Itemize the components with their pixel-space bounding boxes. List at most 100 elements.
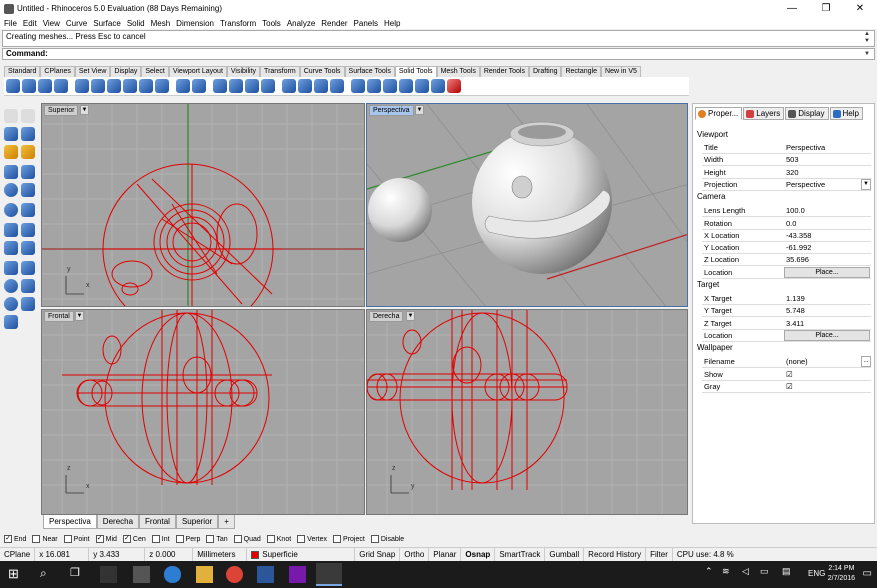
move-face-icon[interactable] xyxy=(213,79,227,93)
add-viewport-tab-button[interactable]: + xyxy=(218,515,235,529)
viewport-title-superior[interactable]: Superior xyxy=(44,105,79,116)
osnap-mid[interactable]: ✓ Mid xyxy=(95,535,117,543)
cylinder-solid-icon[interactable] xyxy=(4,261,18,275)
pyramid-icon[interactable] xyxy=(21,223,35,237)
prop-value-z-location[interactable]: 35.696 xyxy=(786,255,809,264)
fillet-edge-icon[interactable] xyxy=(6,79,20,93)
menu-dimension[interactable]: Dimension xyxy=(176,19,214,28)
osnap-point[interactable]: Point xyxy=(63,535,90,543)
boolean-split-icon[interactable] xyxy=(123,79,137,93)
maximize-button[interactable]: ❐ xyxy=(809,3,843,14)
boolean-two-objects-icon[interactable] xyxy=(139,79,153,93)
make-hole-icon[interactable] xyxy=(282,79,296,93)
task-view-icon[interactable]: ❐ xyxy=(70,566,87,583)
panel-tab-layers[interactable]: Layers xyxy=(743,107,785,120)
rhino-taskbar-icon[interactable] xyxy=(316,563,342,586)
viewport-perspectiva[interactable]: Perspectiva ▼ xyxy=(366,103,688,307)
osnap-quad[interactable]: Quad xyxy=(233,535,261,543)
tab-cplanes[interactable]: CPlanes xyxy=(40,66,75,77)
tab-visibility[interactable]: Visibility xyxy=(226,66,261,77)
viewport-title-perspectiva[interactable]: Perspectiva xyxy=(369,105,414,116)
line-icon[interactable] xyxy=(4,127,18,141)
scroll-down-icon[interactable]: ▼ xyxy=(864,38,873,44)
system-clock[interactable]: 2:14 PM 2/7/2016 xyxy=(828,564,855,584)
prop-value-filename[interactable]: (none) xyxy=(786,357,808,366)
tab-viewport-layout[interactable]: Viewport Layout xyxy=(168,66,227,77)
osnap-vertex[interactable]: Vertex xyxy=(297,535,327,543)
tab-set-view[interactable]: Set View xyxy=(74,66,111,77)
osnap-perp-checkbox[interactable] xyxy=(175,535,184,543)
osnap-knot-checkbox[interactable] xyxy=(266,535,275,543)
store-icon[interactable] xyxy=(100,566,117,583)
viewport-frontal[interactable]: z x Frontal ▼ xyxy=(41,309,365,515)
gumball-toggle[interactable]: Gumball xyxy=(545,547,585,562)
select-arrow-icon[interactable] xyxy=(4,109,18,123)
osnap-perp[interactable]: Perp xyxy=(175,535,200,543)
tab-surface-tools[interactable]: Surface Tools xyxy=(344,66,395,77)
scroll-up-icon[interactable]: ▲ xyxy=(864,31,873,37)
menu-mesh[interactable]: Mesh xyxy=(151,19,171,28)
menu-analyze[interactable]: Analyze xyxy=(287,19,315,28)
menu-curve[interactable]: Curve xyxy=(66,19,87,28)
vptab-frontal[interactable]: Frontal xyxy=(139,515,176,529)
tab-new-in-v5[interactable]: New in V5 xyxy=(601,66,641,77)
rotate-hole-icon[interactable] xyxy=(314,79,328,93)
viewport-superior[interactable]: y x Superior ▼ xyxy=(41,103,365,307)
boolean-intersection-icon[interactable] xyxy=(107,79,121,93)
vptab-derecha[interactable]: Derecha xyxy=(96,515,140,529)
menu-surface[interactable]: Surface xyxy=(93,19,121,28)
smarttrack-toggle[interactable]: SmartTrack xyxy=(495,547,546,562)
tab-transform[interactable]: Transform xyxy=(260,66,300,77)
action-center-icon[interactable]: ▭ xyxy=(863,568,872,579)
vptab-superior[interactable]: Superior xyxy=(175,515,219,529)
remove-feature-icon[interactable] xyxy=(447,79,461,93)
bag-icon[interactable] xyxy=(133,566,150,583)
osnap-int[interactable]: Int xyxy=(151,535,170,543)
windows-start-icon[interactable]: ⊞ xyxy=(8,566,25,583)
truncated-cone-icon[interactable] xyxy=(21,297,35,311)
record-history-toggle[interactable]: Record History xyxy=(584,547,647,562)
variable-fillet-icon[interactable] xyxy=(38,79,52,93)
freeform-curve-icon[interactable] xyxy=(21,145,35,159)
solid-points-icon[interactable] xyxy=(383,79,397,93)
boolean-difference-icon[interactable] xyxy=(91,79,105,93)
prop-value-height[interactable]: 320 xyxy=(786,168,799,177)
onenote-icon[interactable] xyxy=(289,566,306,583)
polyline-icon[interactable] xyxy=(21,127,35,141)
viewport-menu-icon[interactable]: ▼ xyxy=(406,311,415,321)
menu-edit[interactable]: Edit xyxy=(23,19,37,28)
prop-value-lens-length[interactable]: 100.0 xyxy=(786,206,805,215)
viewport-menu-icon[interactable]: ▼ xyxy=(75,311,84,321)
place-hole-icon[interactable] xyxy=(298,79,312,93)
prop-value-projection[interactable]: Perspective xyxy=(786,180,825,189)
place-button[interactable]: Place... xyxy=(784,266,870,278)
planar-toggle[interactable]: Planar xyxy=(429,547,462,562)
command-input[interactable]: Command: ▼ xyxy=(2,48,875,60)
blend-edge-icon[interactable] xyxy=(54,79,68,93)
tab-curve-tools[interactable]: Curve Tools xyxy=(299,66,345,77)
prop-value-width[interactable]: 503 xyxy=(786,155,799,164)
extract-surface-icon[interactable] xyxy=(192,79,206,93)
panel-tab-help[interactable]: Help xyxy=(829,107,863,120)
boolean-union-icon[interactable] xyxy=(75,79,89,93)
torus-icon[interactable] xyxy=(4,203,18,217)
command-dropdown-icon[interactable]: ▼ xyxy=(864,49,873,59)
sphere-icon[interactable] xyxy=(4,183,18,197)
cplane-label[interactable]: CPlane xyxy=(0,547,36,562)
cap-planar-holes-icon[interactable] xyxy=(176,79,190,93)
osnap-end[interactable]: ✓ End xyxy=(4,535,26,543)
menu-file[interactable]: File xyxy=(4,19,17,28)
prop-value-z-target[interactable]: 3.411 xyxy=(786,319,804,328)
osnap-project[interactable]: Project xyxy=(333,535,365,543)
menu-render[interactable]: Render xyxy=(321,19,347,28)
osnap-vertex-checkbox[interactable] xyxy=(297,535,306,543)
minimize-button[interactable]: — xyxy=(775,3,809,14)
place-button[interactable]: Place... xyxy=(784,329,870,341)
prop-value-gray[interactable]: ☑ xyxy=(786,382,793,391)
tab-select[interactable]: Select xyxy=(141,66,169,77)
text-object-icon[interactable] xyxy=(4,315,18,329)
viewport-title-frontal[interactable]: Frontal xyxy=(44,311,74,322)
tab-solid-tools[interactable]: Solid Tools xyxy=(394,66,437,77)
surface-icon[interactable] xyxy=(21,165,35,179)
osnap-near-checkbox[interactable] xyxy=(32,535,41,543)
